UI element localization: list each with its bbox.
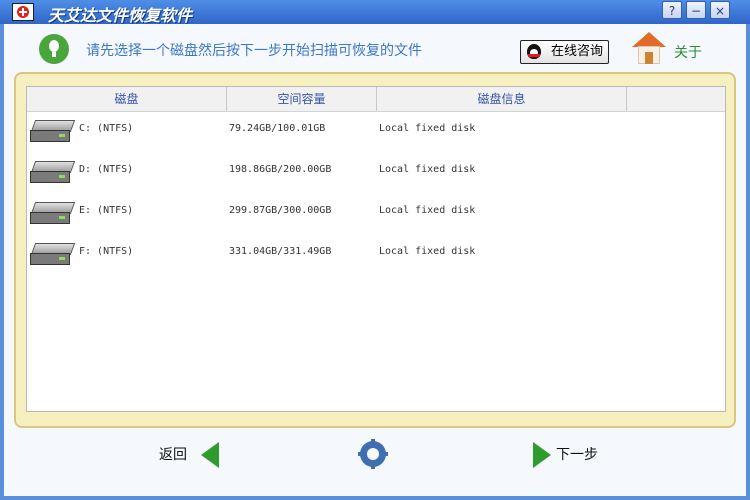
disk-list-frame: 磁盘 空间容量 磁盘信息 C: (NTFS) 79.24GB/100.01GB … [14,72,736,428]
column-disk[interactable]: 磁盘 [27,87,227,111]
online-consult-label: 在线咨询 [551,44,604,59]
title-bar[interactable]: 天艾达文件恢复软件 ? − × [0,0,750,25]
back-label[interactable]: 返回 [159,444,187,464]
hard-drive-icon [30,120,76,142]
close-button[interactable]: × [710,1,730,19]
table-header: 磁盘 空间容量 磁盘信息 [27,87,725,112]
lightbulb-icon [39,34,69,64]
about-link[interactable]: 关于 [674,42,702,62]
next-arrow-icon[interactable] [533,442,551,468]
table-row[interactable]: C: (NTFS) 79.24GB/100.01GB Local fixed d… [27,111,725,152]
column-empty [627,87,725,111]
qq-icon [527,44,541,59]
disk-list: 磁盘 空间容量 磁盘信息 C: (NTFS) 79.24GB/100.01GB … [26,86,726,412]
drive-capacity: 198.86GB/200.00GB [229,164,332,175]
main-content: 请先选择一个磁盘然后按下一步开始扫描可恢复的文件 在线咨询 关于 磁盘 空间容量… [4,24,746,496]
instruction-text: 请先选择一个磁盘然后按下一步开始扫描可恢复的文件 [86,43,422,59]
table-row[interactable]: F: (NTFS) 331.04GB/331.49GB Local fixed … [27,234,725,275]
app-window: 天艾达文件恢复软件 ? − × 请先选择一个磁盘然后按下一步开始扫描可恢复的文件… [0,0,750,500]
app-logo-icon [12,3,34,21]
drive-info: Local fixed disk [379,164,476,175]
drive-capacity: 79.24GB/100.01GB [229,123,326,134]
footer: 返回 下一步 [4,430,746,492]
back-arrow-icon[interactable] [201,442,219,468]
column-info[interactable]: 磁盘信息 [377,87,627,111]
table-row[interactable]: D: (NTFS) 198.86GB/200.00GB Local fixed … [27,152,725,193]
drive-info: Local fixed disk [379,205,476,216]
column-capacity[interactable]: 空间容量 [227,87,377,111]
gear-icon[interactable] [358,439,388,469]
hard-drive-icon [30,243,76,265]
minimize-button[interactable]: − [686,1,706,19]
window-title: 天艾达文件恢复软件 [48,6,193,25]
house-icon[interactable] [632,32,666,66]
drive-name: C: (NTFS) [79,123,134,134]
drive-name: F: (NTFS) [79,246,134,257]
drive-name: E: (NTFS) [79,205,134,216]
drive-capacity: 331.04GB/331.49GB [229,246,332,257]
drive-name: D: (NTFS) [79,164,134,175]
table-row[interactable]: E: (NTFS) 299.87GB/300.00GB Local fixed … [27,193,725,234]
hard-drive-icon [30,202,76,224]
drive-capacity: 299.87GB/300.00GB [229,205,332,216]
online-consult-button[interactable]: 在线咨询 [520,40,609,64]
drive-info: Local fixed disk [379,123,476,134]
hard-drive-icon [30,161,76,183]
help-button[interactable]: ? [662,1,682,19]
next-label[interactable]: 下一步 [556,444,598,464]
drive-info: Local fixed disk [379,246,476,257]
